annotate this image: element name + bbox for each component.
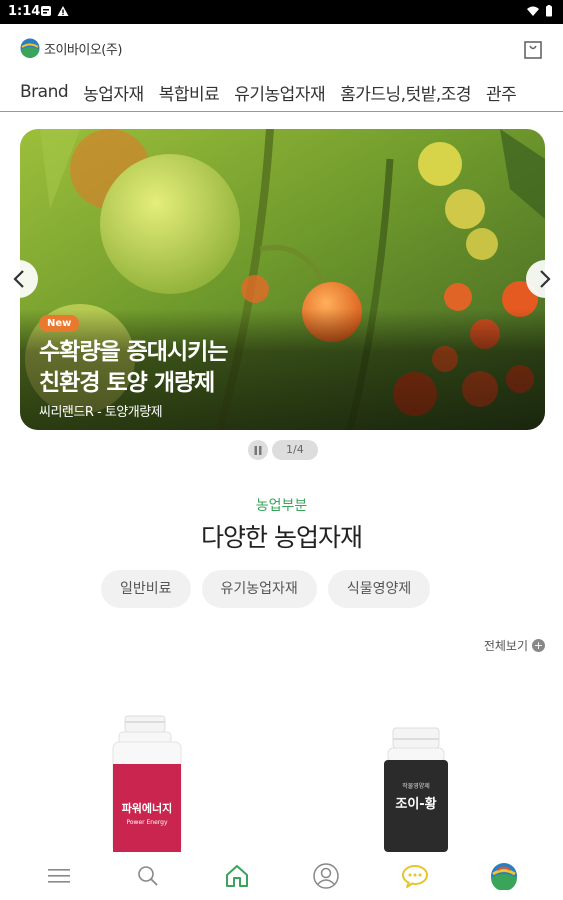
warning-icon: [57, 6, 69, 16]
nav-chat-button[interactable]: [395, 856, 435, 896]
chip-plant-nutrients[interactable]: 식물영양제: [327, 570, 431, 608]
product-label-sub: 작물영양제: [402, 782, 430, 790]
plus-icon: +: [532, 639, 545, 652]
slide-title-line2: 친환경 토양 개량제: [39, 370, 215, 396]
brand-name: 조이바이오(주): [44, 42, 122, 58]
product-label-text: 파워에너지: [122, 801, 173, 815]
status-time: 1:14: [8, 4, 41, 19]
tab-organic-materials[interactable]: 유기농업자재: [234, 80, 325, 105]
section-eyebrow: 농업부분: [255, 498, 308, 514]
brand-logo-icon: [490, 863, 517, 890]
carousel-prev-button[interactable]: [0, 260, 38, 298]
menu-icon: [48, 869, 71, 883]
tab-brand[interactable]: Brand: [20, 82, 69, 102]
nav-search-button[interactable]: [128, 856, 168, 896]
status-bar: 1:14: [0, 0, 563, 24]
category-tabs: Brand 농업자재 복합비료 유기농업자재 홈가드닝,텃밭,조경 관주: [0, 74, 563, 112]
carousel-next-button[interactable]: [526, 260, 563, 298]
notification-icon: [41, 6, 51, 16]
slide-title-line1: 수확량을 증대시키는: [39, 339, 228, 365]
slide-subtitle: 씨리랜드R - 토양개량제: [39, 405, 163, 420]
nav-home-button[interactable]: [217, 856, 257, 896]
hero-carousel[interactable]: New 수확량을 증대시키는 친환경 토양 개량제 씨리랜드R - 토양개량제: [20, 129, 545, 430]
chip-general-fertilizer[interactable]: 일반비료: [101, 570, 191, 608]
nav-brand-button[interactable]: [484, 856, 524, 896]
bottom-navigation: [0, 852, 563, 900]
product-card-power-energy[interactable]: 파워에너지 Power Energy: [105, 712, 185, 856]
brand-logo[interactable]: 조이바이오(주): [20, 38, 122, 58]
brand-logo-icon: [20, 38, 40, 58]
home-icon: [226, 865, 249, 887]
carousel-pager: 1/4: [248, 440, 318, 460]
product-bottle-image: 파워에너지 Power Energy: [112, 715, 182, 853]
product-label-sub: Power Energy: [126, 819, 168, 826]
tab-irrigation[interactable]: 관주: [486, 80, 517, 105]
product-label-text: 조이-황: [395, 796, 436, 812]
slide-title: 수확량을 증대시키는 친환경 토양 개량제: [39, 337, 228, 399]
product-card-joy-hwang[interactable]: 작물영양제 조이-황: [380, 726, 452, 856]
wifi-icon: [527, 6, 539, 16]
new-badge: New: [39, 315, 80, 332]
chip-organic-materials[interactable]: 유기농업자재: [201, 570, 317, 608]
battery-icon: [546, 5, 552, 17]
view-all-link[interactable]: 전체보기 +: [484, 637, 545, 654]
tab-compound-fertilizer[interactable]: 복합비료: [159, 80, 220, 105]
nav-profile-button[interactable]: [306, 856, 346, 896]
product-bottle-image: 작물영양제 조이-황: [384, 727, 448, 852]
app-header: 조이바이오(주): [0, 24, 563, 74]
tab-agri-materials[interactable]: 농업자재: [83, 80, 144, 105]
user-icon: [313, 863, 339, 889]
shopping-bag-icon[interactable]: [522, 38, 544, 60]
tab-home-gardening[interactable]: 홈가드닝,텃밭,조경: [340, 80, 471, 105]
search-icon: [138, 866, 158, 886]
view-all-label: 전체보기: [483, 639, 528, 653]
slide-counter: 1/4: [272, 440, 318, 460]
pause-button[interactable]: [248, 440, 268, 460]
section-title: 다양한 농업자재: [201, 523, 363, 552]
chevron-left-icon: [13, 270, 24, 288]
pause-icon: [254, 445, 262, 455]
nav-menu-button[interactable]: [39, 856, 79, 896]
chat-icon: [401, 865, 428, 888]
category-chips: 일반비료 유기농업자재 식물영양제: [101, 570, 431, 608]
chevron-right-icon: [540, 270, 551, 288]
